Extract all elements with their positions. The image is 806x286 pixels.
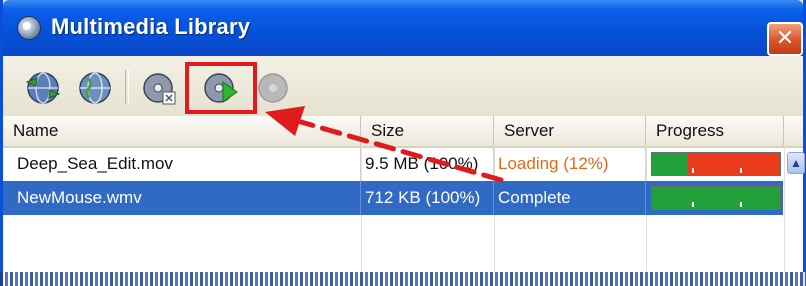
cropped-edge [0, 272, 806, 286]
annotation-arrow [265, 106, 504, 183]
multimedia-library-window: Multimedia Library ✕ Name Size Server Pr… [0, 0, 806, 286]
play-button-highlight [185, 62, 257, 114]
